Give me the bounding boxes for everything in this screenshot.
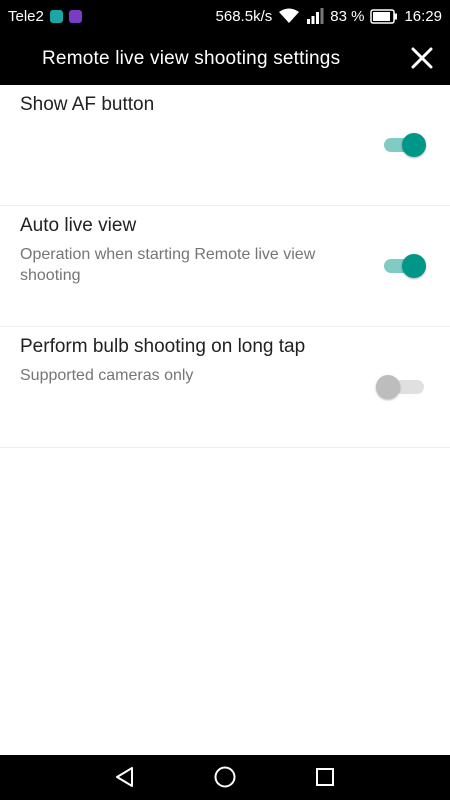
navigation-bar [0,755,450,800]
setting-row-auto-live-view[interactable]: Auto live view Operation when starting R… [0,206,450,327]
toggle-thumb [376,375,400,399]
setting-title: Perform bulb shooting on long tap [20,336,306,357]
toggle-thumb [402,133,426,157]
close-button[interactable] [408,44,436,72]
recents-button[interactable] [313,765,337,789]
app-notification-icon [49,9,63,23]
recents-icon[interactable] [313,765,337,789]
auto-live-view-toggle[interactable] [384,252,426,280]
bulb-shooting-toggle[interactable] [376,373,426,401]
settings-list: Show AF button Auto live view Operation … [0,85,450,448]
setting-description: Operation when starting Remote live view… [20,246,316,284]
network-speed: 568.5k/s [215,7,273,25]
toggle-thumb [402,254,426,278]
app-notification-icon [68,9,82,23]
clock: 16:29 [404,7,442,25]
page-title: Remote live view shooting settings [42,47,341,69]
close-icon[interactable] [411,47,433,69]
back-button[interactable] [113,765,137,789]
wifi-icon [278,8,300,24]
back-icon[interactable] [113,765,137,789]
battery-icon [370,8,398,24]
home-icon[interactable] [213,765,237,789]
setting-row-show-af-button[interactable]: Show AF button [0,85,450,206]
setting-description: Supported cameras only [20,367,194,384]
signal-icon [306,8,324,24]
setting-title: Auto live view [20,215,137,236]
status-bar: Tele2 568.5k/s 83 % 16:29 [0,0,450,32]
setting-title: Show AF button [20,94,155,115]
carrier-label: Tele2 [8,7,44,25]
home-button[interactable] [213,765,237,789]
title-bar: Remote live view shooting settings [0,32,450,85]
setting-row-bulb-shooting[interactable]: Perform bulb shooting on long tap Suppor… [0,327,450,448]
battery-percent: 83 % [330,7,365,25]
show-af-button-toggle[interactable] [384,131,426,159]
